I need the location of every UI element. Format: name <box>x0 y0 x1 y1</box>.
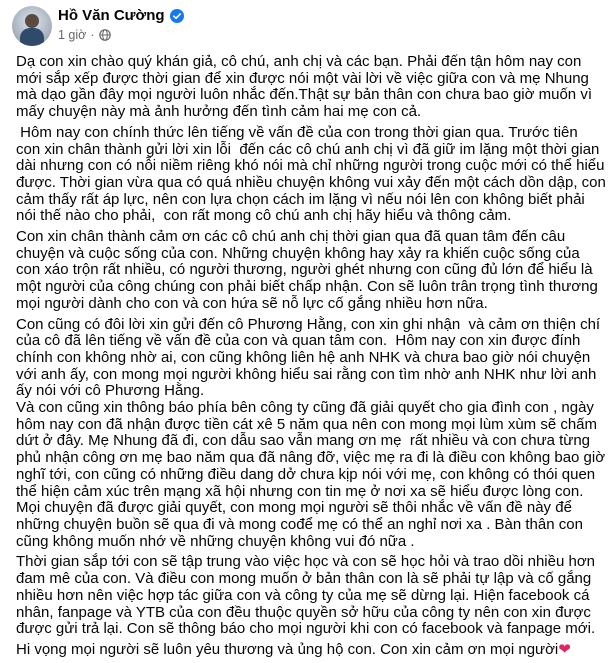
post-paragraph: Con cũng có đôi lời xin gửi đến cô Phươn… <box>16 315 606 550</box>
post-closing-text: Hi vọng mọi người sẽ luôn yêu thương và … <box>16 640 559 658</box>
post-paragraph: Thời gian sắp tới con sẽ tập trung vào v… <box>16 553 600 638</box>
globe-icon[interactable] <box>98 29 111 41</box>
author-name[interactable]: Hồ Văn Cường <box>58 7 165 24</box>
facebook-post: Hồ Văn Cường 1 giờ · Dạ con xin chào quý… <box>0 0 615 658</box>
post-body: Dạ con xin chào quý khán giả, cô chú, an… <box>16 53 611 663</box>
post-meta: 1 giờ · <box>58 28 111 42</box>
post-paragraph: Con xin chân thành cảm ơn các cô chú anh… <box>16 228 602 312</box>
meta-separator: · <box>90 28 95 42</box>
author-row: Hồ Văn Cường <box>58 7 184 24</box>
heart-icon: ❤ <box>558 640 571 658</box>
post-paragraph: Dạ con xin chào quý khán giả, cô chú, an… <box>16 53 597 121</box>
avatar[interactable] <box>12 6 52 46</box>
post-closing: Hi vọng mọi người sẽ luôn yêu thương và … <box>16 640 606 659</box>
avatar-body-shape <box>20 28 44 46</box>
post-timestamp[interactable]: 1 giờ <box>58 28 86 42</box>
verified-badge-icon <box>169 8 184 23</box>
avatar-head-shape <box>25 14 39 28</box>
post-header: Hồ Văn Cường 1 giờ · <box>0 0 615 50</box>
post-paragraph: Hôm nay con chính thức lên tiếng về vấn … <box>16 123 611 225</box>
